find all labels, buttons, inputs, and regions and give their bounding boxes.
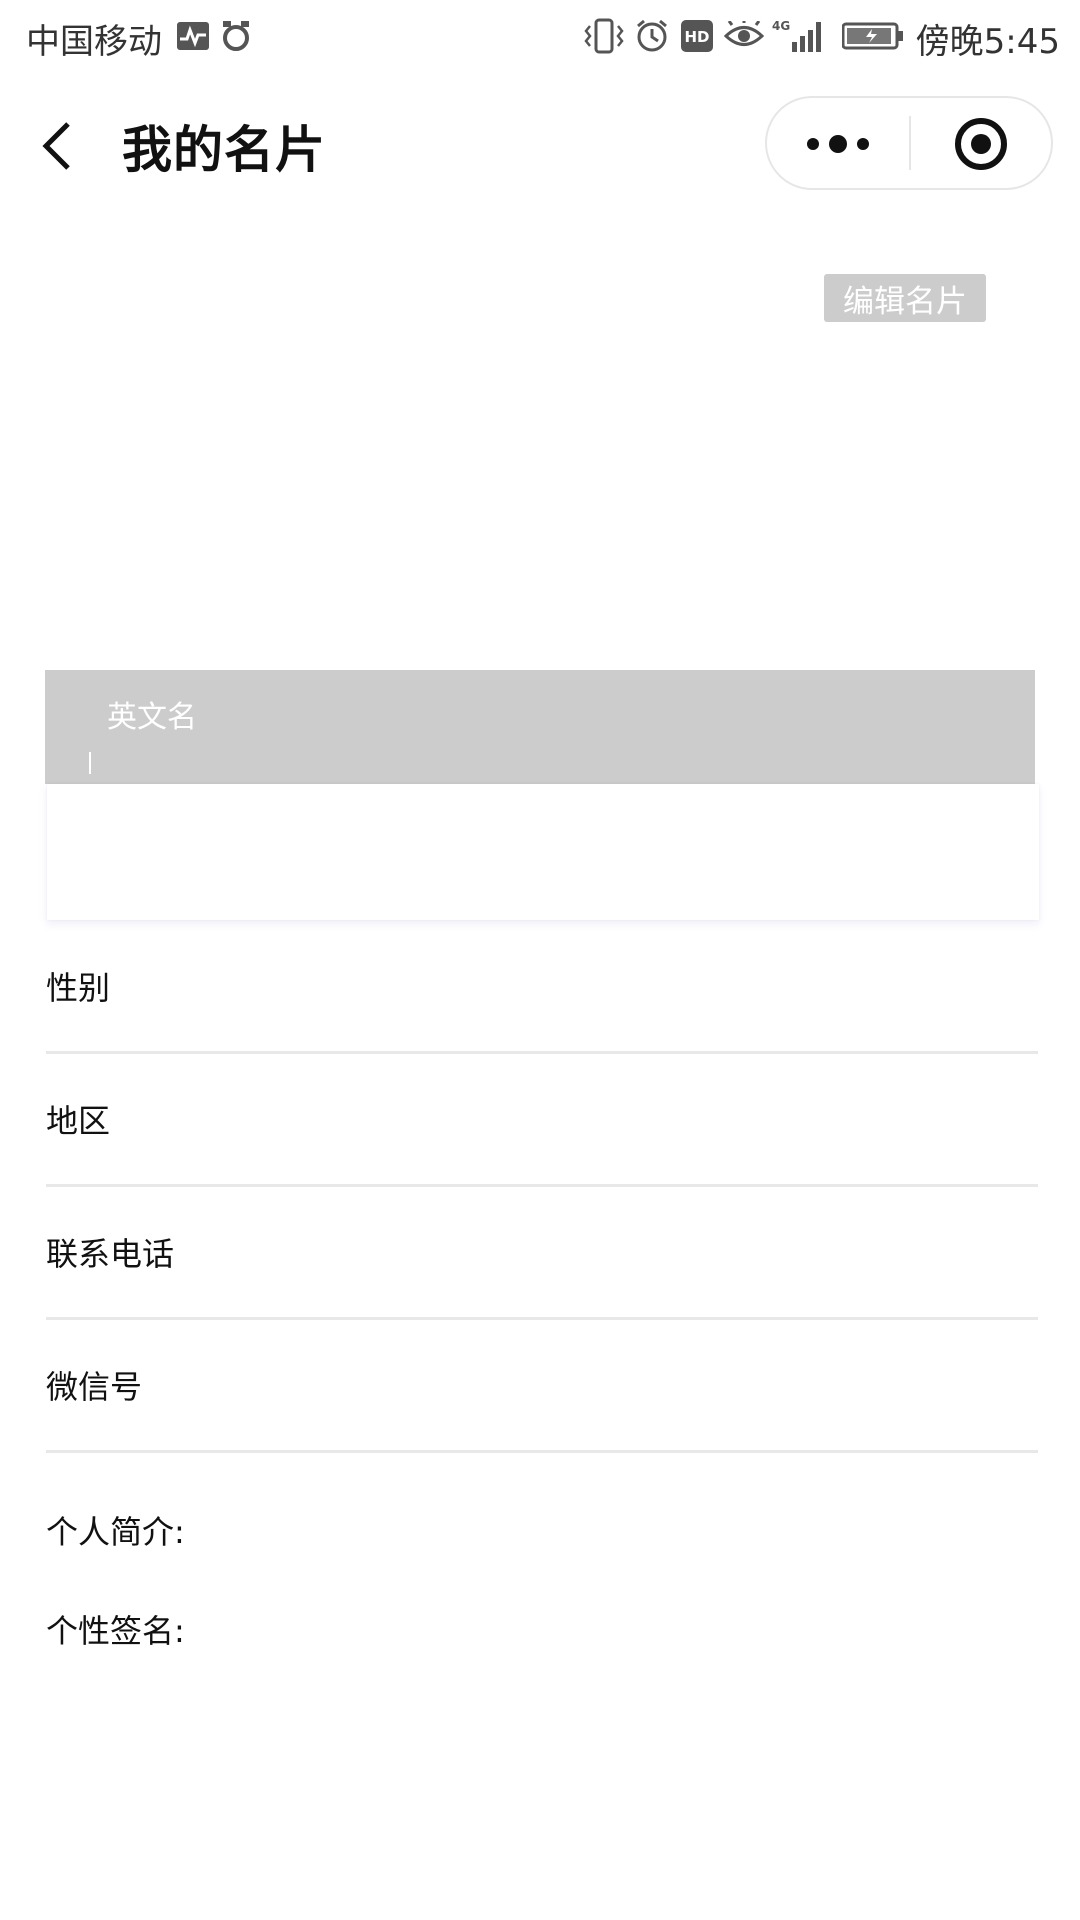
field-row-phone[interactable]: 联系电话 — [46, 1185, 1038, 1320]
field-label-phone: 联系电话 — [46, 1235, 175, 1273]
field-row-wechat-id[interactable]: 微信号 — [46, 1318, 1038, 1453]
field-label-gender: 性别 — [46, 969, 111, 1007]
card-panel — [47, 784, 1039, 920]
profile-signature-label: 个性签名: — [46, 1612, 185, 1650]
alarm-icon — [634, 18, 670, 54]
field-row-gender[interactable]: 性别 — [46, 919, 1038, 1054]
page-title: 我的名片 — [122, 121, 326, 179]
edit-card-button[interactable]: 编辑名片 — [824, 274, 986, 322]
back-button[interactable] — [34, 114, 90, 178]
mini-program-capsule — [765, 96, 1053, 190]
signal-4g-icon: 4G — [772, 18, 830, 54]
target-icon — [955, 118, 1007, 170]
battery-icon — [842, 18, 904, 54]
english-name-input[interactable]: 英文名 — [45, 670, 1035, 784]
alarm-clock-icon — [220, 18, 252, 54]
vibrate-icon — [582, 18, 626, 54]
hd-icon: HD — [680, 18, 714, 54]
close-mini-program-button[interactable] — [911, 98, 1051, 188]
nav-bar: 我的名片 — [0, 96, 1080, 196]
chevron-left-icon — [42, 122, 70, 170]
carrier-name: 中国移动 — [26, 22, 162, 62]
svg-text:HD: HD — [684, 28, 709, 46]
english-name-label: 英文名 — [107, 700, 197, 735]
eye-icon — [724, 18, 764, 54]
field-row-region[interactable]: 地区 — [46, 1052, 1038, 1187]
text-caret — [89, 752, 91, 774]
profile-intro-label: 个人简介: — [46, 1513, 185, 1551]
ellipsis-icon — [807, 135, 869, 153]
field-label-wechat-id: 微信号 — [46, 1368, 143, 1406]
activity-icon — [176, 18, 210, 54]
status-bar: 中国移动 HD 4G 傍晚5:45 — [0, 0, 1080, 76]
more-button[interactable] — [767, 98, 909, 188]
field-label-region: 地区 — [46, 1102, 111, 1140]
svg-text:4G: 4G — [772, 19, 790, 33]
status-time: 傍晚5:45 — [915, 22, 1060, 62]
